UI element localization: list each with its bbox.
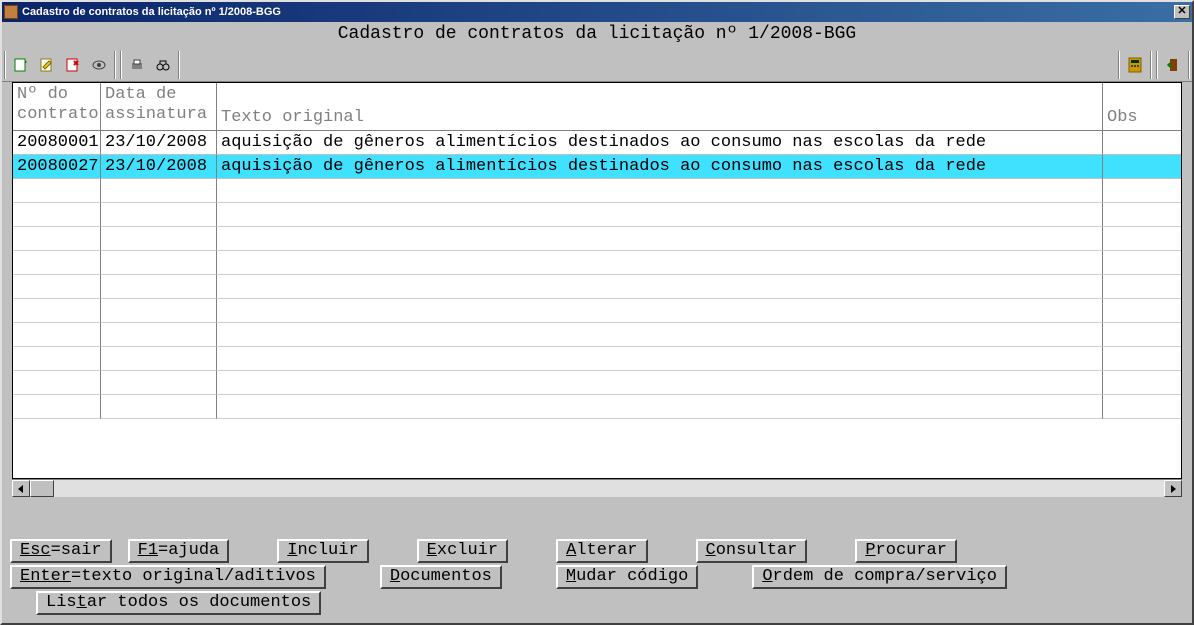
calculator-button[interactable]: [1122, 52, 1148, 78]
horizontal-scrollbar[interactable]: [12, 479, 1182, 497]
close-button[interactable]: ✕: [1174, 5, 1190, 19]
col-header-obs[interactable]: Obs: [1103, 83, 1181, 131]
table-row[interactable]: 2008002723/10/2008aquisição de gêneros a…: [13, 155, 1181, 179]
enter-texto-button[interactable]: Enter=texto original/aditivos: [10, 565, 326, 589]
door-exit-icon: [1165, 57, 1181, 73]
exit-button[interactable]: [1160, 52, 1186, 78]
col-header-numero[interactable]: Nº do contrato: [13, 83, 101, 131]
delete-icon: [65, 57, 81, 73]
toolbar-separator: [1150, 51, 1152, 79]
grid-header: Nº do contrato Data de assinatura Texto …: [13, 83, 1181, 131]
cell-data: 23/10/2008: [101, 131, 217, 155]
table-row-empty: [13, 347, 1181, 371]
print-button[interactable]: [124, 52, 150, 78]
scroll-thumb[interactable]: [30, 480, 54, 497]
eye-icon: [91, 57, 107, 73]
table-row-empty: [13, 203, 1181, 227]
cell-obs: [1103, 155, 1181, 179]
toolbar: [2, 48, 1192, 82]
table-row-empty: [13, 371, 1181, 395]
incluir-button[interactable]: Incluir: [277, 539, 368, 563]
toolbar-separator: [114, 51, 116, 79]
new-button[interactable]: [8, 52, 34, 78]
toolbar-separator: [1156, 51, 1158, 79]
app-window: Cadastro de contratos da licitação nº 1/…: [0, 0, 1194, 625]
table-row-empty: [13, 251, 1181, 275]
page-title: Cadastro de contratos da licitação nº 1/…: [2, 22, 1192, 48]
f1-ajuda-button[interactable]: F1=ajuda: [128, 539, 230, 563]
window-title: Cadastro de contratos da licitação nº 1/…: [22, 6, 1172, 18]
toolbar-separator: [4, 51, 6, 79]
cell-data: 23/10/2008: [101, 155, 217, 179]
toolbar-separator: [120, 51, 122, 79]
toolbar-separator: [1188, 51, 1190, 79]
delete-button[interactable]: [60, 52, 86, 78]
new-icon: [13, 57, 29, 73]
consultar-button[interactable]: Consultar: [696, 539, 808, 563]
col-header-texto[interactable]: Texto original: [217, 83, 1103, 131]
table-row-empty: [13, 323, 1181, 347]
col-header-data[interactable]: Data de assinatura: [101, 83, 217, 131]
cell-num: 20080027: [13, 155, 101, 179]
toolbar-separator: [1118, 51, 1120, 79]
procurar-button[interactable]: Procurar: [855, 539, 957, 563]
table-row-empty: [13, 395, 1181, 419]
table-row-empty: [13, 227, 1181, 251]
toolbar-separator: [178, 51, 180, 79]
cell-texto: aquisição de gêneros alimentícios destin…: [217, 155, 1103, 179]
cell-num: 20080001: [13, 131, 101, 155]
alterar-button[interactable]: Alterar: [556, 539, 647, 563]
excluir-button[interactable]: Excluir: [417, 539, 508, 563]
listar-documentos-button[interactable]: Listar todos os documentos: [36, 591, 321, 615]
table-row-empty: [13, 179, 1181, 203]
triangle-left-icon: [17, 485, 25, 493]
cell-obs: [1103, 131, 1181, 155]
print-icon: [129, 57, 145, 73]
view-button[interactable]: [86, 52, 112, 78]
titlebar: Cadastro de contratos da licitação nº 1/…: [2, 2, 1192, 22]
scroll-track[interactable]: [30, 480, 1164, 497]
table-row-empty: [13, 275, 1181, 299]
find-button[interactable]: [150, 52, 176, 78]
table-row[interactable]: 2008000123/10/2008aquisição de gêneros a…: [13, 131, 1181, 155]
edit-icon: [39, 57, 55, 73]
app-icon: [4, 5, 18, 19]
scroll-left-button[interactable]: [12, 480, 30, 497]
cell-texto: aquisição de gêneros alimentícios destin…: [217, 131, 1103, 155]
binoculars-icon: [155, 57, 171, 73]
mudar-codigo-button[interactable]: Mudar código: [556, 565, 698, 589]
edit-button[interactable]: [34, 52, 60, 78]
triangle-right-icon: [1169, 485, 1177, 493]
ordem-compra-button[interactable]: Ordem de compra/serviço: [752, 565, 1007, 589]
table-row-empty: [13, 299, 1181, 323]
documentos-button[interactable]: Documentos: [380, 565, 502, 589]
scroll-right-button[interactable]: [1164, 480, 1182, 497]
calculator-icon: [1127, 57, 1143, 73]
contracts-grid[interactable]: Nº do contrato Data de assinatura Texto …: [12, 82, 1182, 479]
action-buttons: Esc=sair F1=ajuda Incluir Excluir Altera…: [2, 539, 1192, 623]
esc-sair-button[interactable]: Esc=sair: [10, 539, 112, 563]
